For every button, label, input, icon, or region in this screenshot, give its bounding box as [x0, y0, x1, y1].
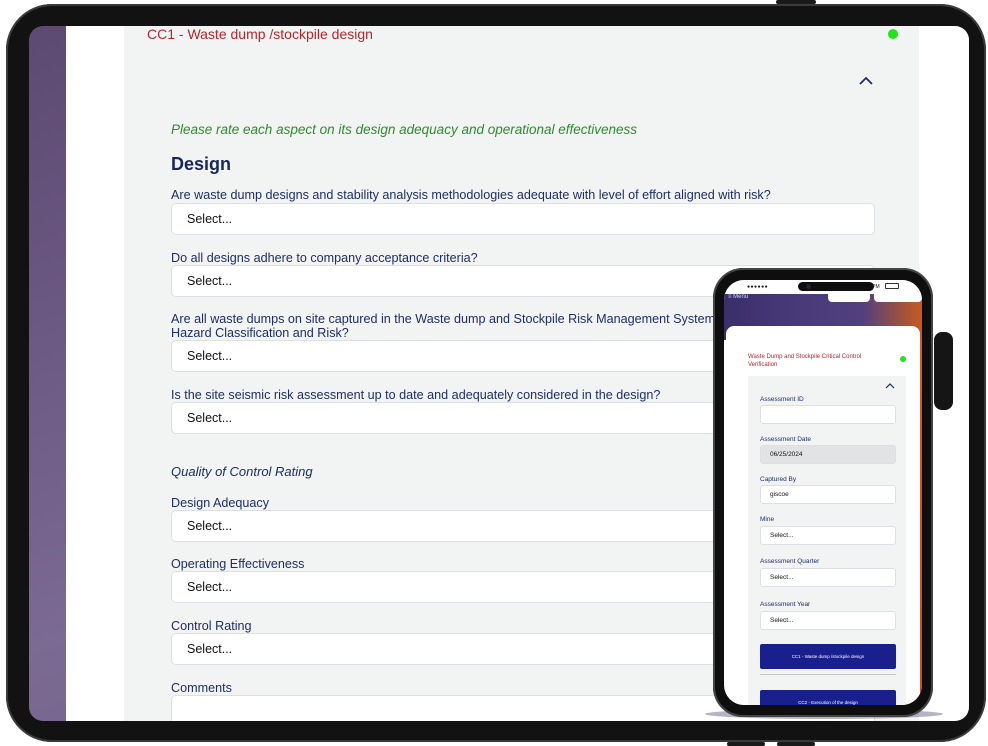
status-indicator	[900, 356, 906, 362]
captured-by-label: Captured By	[760, 476, 797, 483]
tablet-bottom-button-1	[727, 742, 765, 746]
phone-device: ●●●●●● 1:30 PM ≡ Menu Waste Dump and Sto…	[713, 268, 933, 717]
control-title: CC1 - Waste dump /stockpile design	[147, 26, 373, 42]
section-heading-design: Design	[171, 154, 232, 174]
question-label: Do all designs adhere to company accepta…	[171, 251, 478, 265]
assessment-id-input[interactable]	[760, 405, 896, 424]
tablet-bottom-button-2	[777, 742, 815, 746]
assessment-year-label: Assessment Year	[760, 601, 811, 608]
rating-instruction: Please rate each aspect on its design ad…	[171, 122, 638, 137]
chevron-up-icon[interactable]	[858, 74, 874, 86]
mine-label: Mine	[760, 516, 775, 523]
assessment-year-select[interactable]: Select...	[760, 611, 896, 630]
status-time: 1:30 PM	[861, 284, 880, 290]
phone-form-card: Waste Dump and Stockpile Critical Contro…	[726, 326, 920, 705]
signal-icon: ●●●●●●	[747, 284, 769, 290]
captured-by-input[interactable]: giscoe	[760, 485, 896, 504]
mine-select[interactable]: Select...	[760, 526, 896, 545]
question-label: Is the site seismic risk assessment up t…	[171, 388, 661, 402]
status-indicator	[888, 29, 898, 39]
assessment-quarter-select[interactable]: Select...	[760, 568, 896, 587]
assessment-date-label: Assessment Date	[760, 436, 811, 443]
menu-button[interactable]: ≡ Menu	[728, 294, 748, 300]
header-tab[interactable]	[874, 294, 922, 302]
camera-icon	[806, 284, 811, 289]
phone-side-button	[934, 332, 953, 410]
assessment-date-input: 06/25/2024	[760, 445, 896, 464]
question-select[interactable]: Select...	[171, 203, 875, 235]
question-label: Are all waste dumps on site captured in …	[171, 312, 730, 326]
divider	[760, 674, 896, 675]
phone-screen: ●●●●●● 1:30 PM ≡ Menu Waste Dump and Sto…	[724, 280, 922, 705]
battery-icon	[885, 283, 899, 289]
question-label: Are waste dump designs and stability ana…	[171, 188, 771, 202]
header-tab[interactable]	[828, 294, 870, 302]
comments-label: Comments	[171, 681, 232, 695]
phone-status-bar: ●●●●●● 1:30 PM	[724, 280, 922, 294]
phone-form-title: Waste Dump and Stockpile Critical Contro…	[748, 354, 862, 368]
quality-rating-heading: Quality of Control Rating	[171, 464, 313, 479]
assessment-quarter-label: Assessment Quarter	[760, 558, 820, 565]
question-label-continued: Hazard Classification and Risk?	[171, 326, 349, 340]
cc2-button[interactable]: CC2 - Execution of the design	[760, 690, 896, 705]
cc1-button[interactable]: CC1 - Waste dump /stockpile design	[760, 644, 896, 669]
operating-effectiveness-label: Operating Effectiveness	[171, 557, 305, 571]
control-rating-label: Control Rating	[171, 619, 252, 633]
chevron-up-icon[interactable]	[885, 382, 895, 389]
design-adequacy-label: Design Adequacy	[171, 496, 270, 510]
assessment-id-label: Assessment ID	[760, 396, 804, 403]
